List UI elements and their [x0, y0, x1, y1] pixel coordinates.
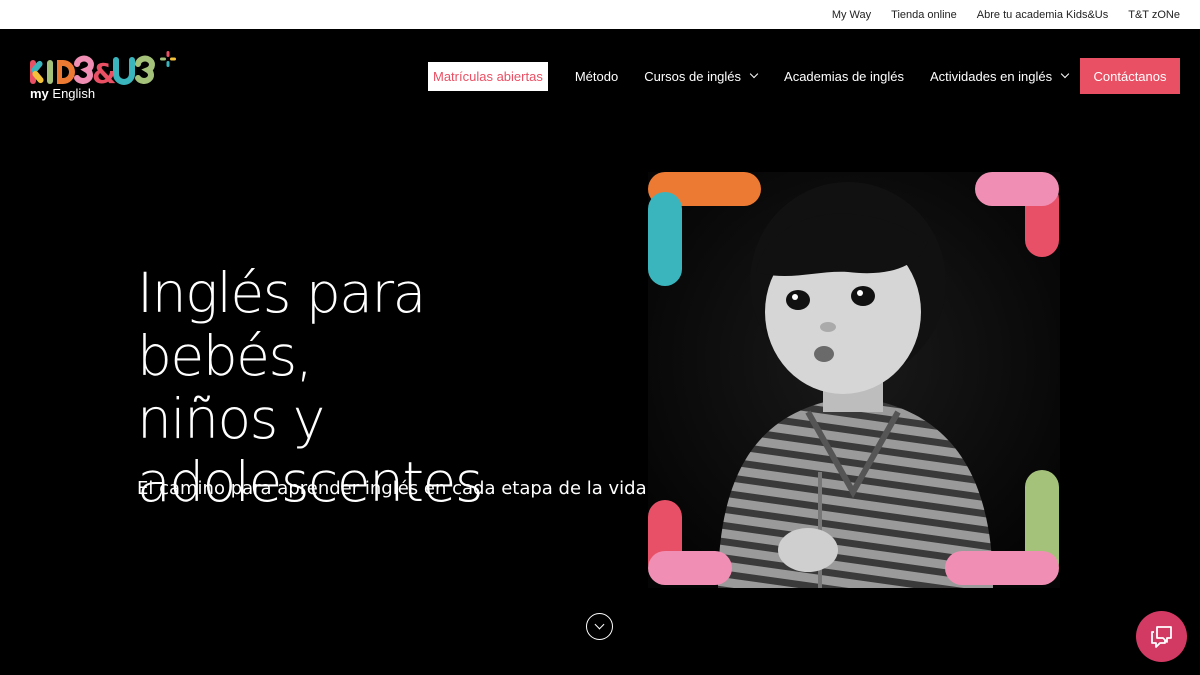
frame-bar-pink-bottom-left — [648, 551, 732, 585]
child-hands — [778, 528, 838, 572]
frame-bar-pink-top — [975, 172, 1059, 206]
kids-and-us-logo[interactable]: & my English — [30, 50, 180, 106]
main-navigation: Matrículas abiertas Método Cursos de ing… — [428, 61, 1070, 91]
nav-item-academias[interactable]: Academias de inglés — [784, 69, 904, 84]
contact-button[interactable]: Contáctanos — [1080, 58, 1180, 94]
hero-subtitle: El camino para aprender inglés en cada e… — [137, 478, 647, 499]
link-tienda-online[interactable]: Tienda online — [891, 9, 957, 21]
nav-item-cursos-label: Cursos de inglés — [644, 68, 742, 84]
chevron-down-icon — [749, 69, 759, 79]
hero-photo-child — [648, 172, 1060, 588]
hero-photo-illustration — [648, 172, 1060, 588]
nav-item-academias-label: Academias de inglés — [784, 68, 904, 84]
logo-sub-rest: English — [48, 86, 96, 101]
frame-bar-teal — [648, 192, 682, 286]
enrollment-open-button[interactable]: Matrículas abiertas — [428, 61, 548, 91]
hero-title: Inglés para bebés, niños y adolescentes — [137, 262, 607, 514]
chat-button[interactable] — [1136, 611, 1187, 662]
chevron-down-icon — [1060, 69, 1070, 79]
top-utility-bar: My Way Tienda online Abre tu academia Ki… — [0, 0, 1200, 29]
hero-title-line-2: niños y — [137, 387, 325, 451]
chevron-down-icon — [594, 619, 605, 630]
chat-bubbles-icon — [1151, 626, 1172, 648]
logo-wordmark-graphic: & — [30, 51, 176, 86]
frame-bar-pink-bottom-right — [945, 551, 1059, 585]
nav-item-actividades[interactable]: Actividades en inglés — [930, 68, 1070, 84]
link-my-way[interactable]: My Way — [832, 9, 871, 21]
link-tt-zone[interactable]: T&T zONe — [1128, 9, 1180, 21]
utility-links: My Way Tienda online Abre tu academia Ki… — [832, 0, 1180, 29]
nav-item-actividades-label: Actividades en inglés — [930, 68, 1053, 84]
link-abre-tu-academia[interactable]: Abre tu academia Kids&Us — [977, 9, 1108, 21]
logo-subtitle: my English — [30, 86, 95, 101]
nav-item-metodo-label: Método — [574, 68, 619, 84]
svg-text:&: & — [92, 57, 116, 86]
hero-title-line-1: Inglés para bebés, — [137, 261, 426, 388]
scroll-down-button[interactable] — [586, 613, 613, 640]
nav-item-metodo[interactable]: Método — [575, 69, 618, 84]
nav-item-cursos[interactable]: Cursos de inglés — [644, 68, 759, 84]
logo-sub-bold: my — [30, 86, 49, 101]
